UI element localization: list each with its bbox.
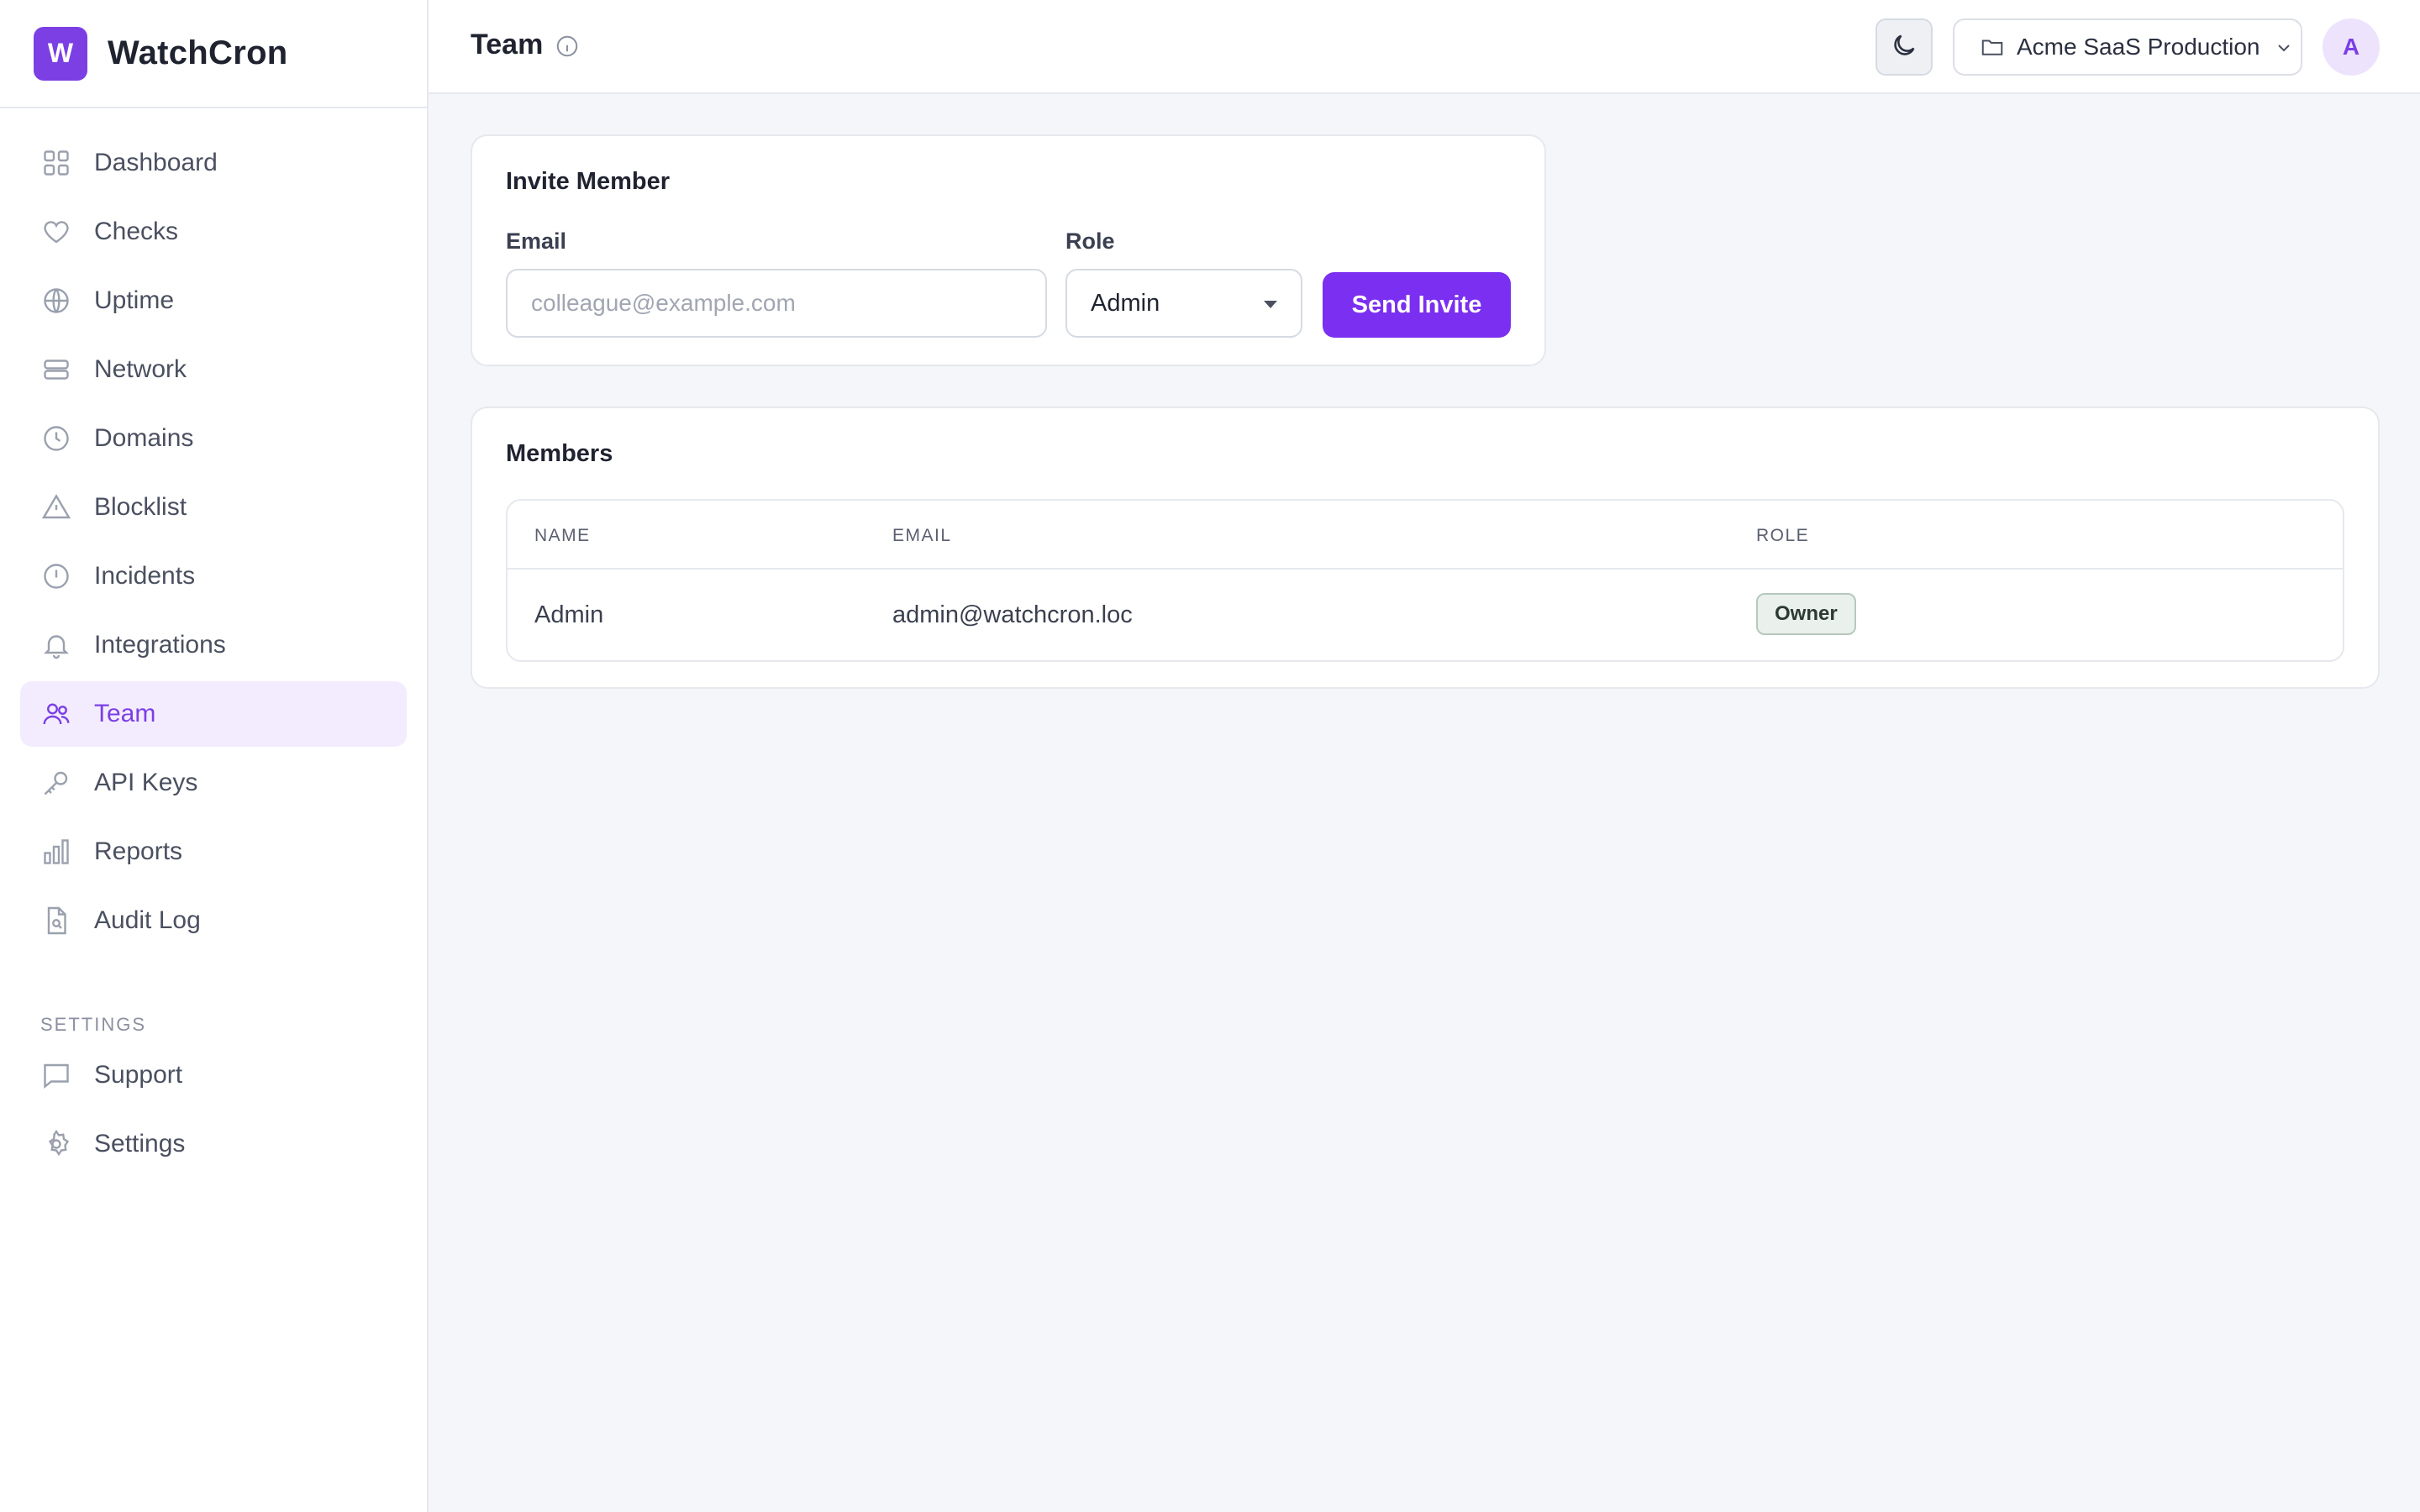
bell-icon <box>40 629 72 661</box>
role-select[interactable]: Admin <box>1065 269 1302 338</box>
moon-icon <box>1890 31 1918 64</box>
globe-icon <box>40 285 72 317</box>
key-icon <box>40 767 72 799</box>
app-logo: W <box>34 26 87 81</box>
page-title: Team <box>471 29 544 60</box>
role-badge: Owner <box>1756 593 1856 635</box>
role-label: Role <box>1065 228 1115 254</box>
sidebar-item-label: Uptime <box>94 286 175 314</box>
send-invite-button[interactable]: Send Invite <box>1323 272 1511 338</box>
grid-icon <box>40 147 72 179</box>
sidebar-item-api-keys[interactable]: API Keys <box>20 750 407 816</box>
folder-icon <box>1980 34 2005 60</box>
members-card: Members NAME EMAIL ROLE Admin admin@watc… <box>471 407 2380 689</box>
sidebar-item-label: Team <box>94 700 156 727</box>
sidebar-item-label: Audit Log <box>94 906 201 934</box>
sidebar-item-label: Dashboard <box>94 149 218 176</box>
sidebar-item-label: API Keys <box>94 769 198 796</box>
server-icon <box>40 354 72 386</box>
sidebar: W WatchCron Dashboard Checks Uptime Netw… <box>0 0 429 1512</box>
column-header-role: ROLE <box>1756 526 1810 545</box>
clock-icon <box>40 423 72 454</box>
sidebar-item-network[interactable]: Network <box>20 337 407 402</box>
sidebar-item-team[interactable]: Team <box>20 681 407 747</box>
sidebar-item-domains[interactable]: Domains <box>20 406 407 471</box>
role-select-value: Admin <box>1091 289 1160 317</box>
sidebar-item-label: Settings <box>94 1130 186 1158</box>
members-table: NAME EMAIL ROLE Admin admin@watchcron.lo… <box>506 499 2344 662</box>
alert-circle-icon <box>40 560 72 592</box>
settings-section-label: SETTINGS <box>40 1014 147 1035</box>
sidebar-item-uptime[interactable]: Uptime <box>20 268 407 333</box>
sidebar-item-label: Support <box>94 1061 183 1089</box>
sidebar-item-label: Blocklist <box>94 493 187 521</box>
gear-icon <box>40 1128 72 1160</box>
project-selector[interactable]: Acme SaaS Production <box>1953 18 2302 76</box>
sidebar-item-incidents[interactable]: Incidents <box>20 543 407 609</box>
members-card-title: Members <box>506 440 613 467</box>
warning-icon <box>40 491 72 523</box>
sidebar-item-settings[interactable]: Settings <box>20 1111 407 1177</box>
sidebar-item-support[interactable]: Support <box>20 1042 407 1108</box>
sidebar-item-reports[interactable]: Reports <box>20 819 407 885</box>
sidebar-item-checks[interactable]: Checks <box>20 199 407 265</box>
table-header-row: NAME EMAIL ROLE <box>508 501 2343 570</box>
message-icon <box>40 1059 72 1091</box>
avatar[interactable]: A <box>2323 18 2380 76</box>
brand[interactable]: W WatchCron <box>0 0 427 108</box>
member-name: Admin <box>534 601 604 628</box>
sidebar-item-audit-log[interactable]: Audit Log <box>20 888 407 953</box>
caret-down-icon <box>1264 301 1277 308</box>
chevron-down-icon <box>2274 37 2294 57</box>
table-row[interactable]: Admin admin@watchcron.loc Owner <box>508 570 2343 662</box>
app-name: WatchCron <box>108 34 288 71</box>
member-email: admin@watchcron.loc <box>892 601 1133 628</box>
top-header: Team Acme SaaS Production A <box>429 0 2420 94</box>
email-label: Email <box>506 228 567 254</box>
sidebar-item-label: Checks <box>94 218 179 245</box>
file-search-icon <box>40 905 72 937</box>
sidebar-item-label: Domains <box>94 424 194 452</box>
users-icon <box>40 698 72 730</box>
info-icon[interactable] <box>555 34 580 59</box>
sidebar-item-label: Incidents <box>94 562 196 590</box>
sidebar-item-label: Network <box>94 355 187 383</box>
sidebar-item-label: Integrations <box>94 631 226 659</box>
column-header-name: NAME <box>534 526 591 545</box>
bar-chart-icon <box>40 836 72 868</box>
heart-icon <box>40 216 72 248</box>
column-header-email: EMAIL <box>892 526 952 545</box>
invite-member-card: Invite Member Email Role Admin Send Invi… <box>471 134 1546 366</box>
project-name: Acme SaaS Production <box>2017 34 2260 60</box>
email-field[interactable] <box>506 269 1047 338</box>
sidebar-item-label: Reports <box>94 837 183 865</box>
theme-toggle-button[interactable] <box>1876 18 1933 76</box>
invite-card-title: Invite Member <box>506 168 670 195</box>
sidebar-nav: Dashboard Checks Uptime Network Domains <box>0 108 427 1177</box>
sidebar-item-integrations[interactable]: Integrations <box>20 612 407 678</box>
sidebar-item-blocklist[interactable]: Blocklist <box>20 475 407 540</box>
sidebar-item-dashboard[interactable]: Dashboard <box>20 130 407 196</box>
